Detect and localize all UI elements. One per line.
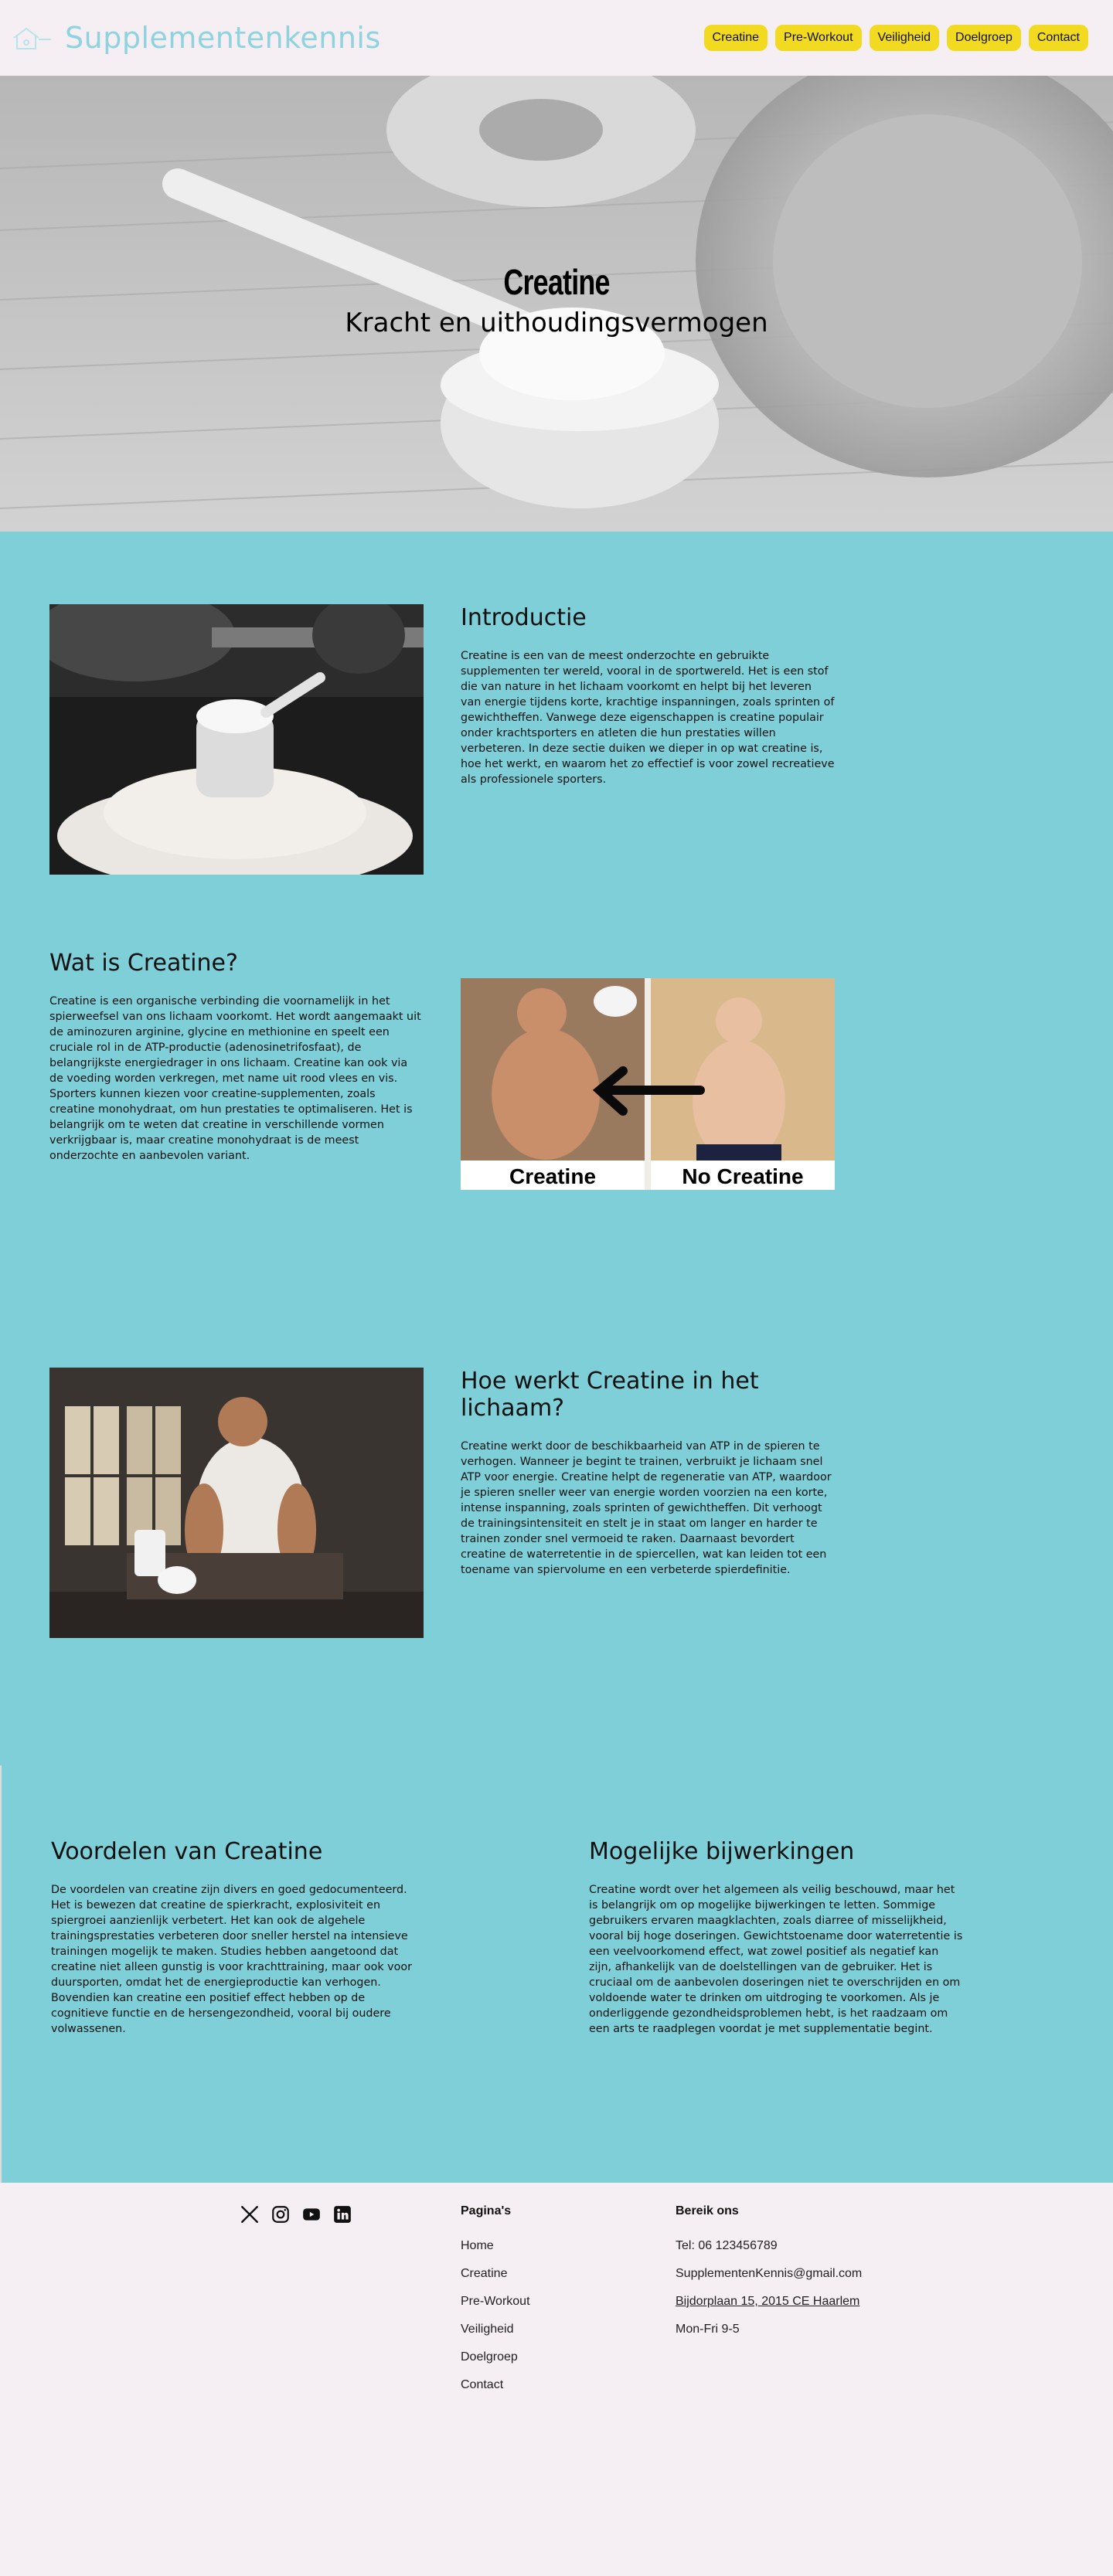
nav-link-pre-workout[interactable]: Pre-Workout: [775, 25, 862, 51]
section-introductie: Introductie Creatine is een van de meest…: [0, 532, 1113, 950]
what-text-block: Wat is Creatine? Creatine is een organis…: [49, 950, 424, 1368]
footer-address-link[interactable]: Bijdorplaan 15, 2015 CE Haarlem: [676, 2295, 862, 2309]
section-paragraph: Creatine wordt over het algemeen als vei…: [589, 1884, 963, 2035]
section-voordelen-bijwerkingen: Voordelen van Creatine De voordelen van …: [0, 1765, 1113, 2183]
section-paragraph: De voordelen van creatine zijn divers en…: [51, 1884, 412, 2035]
nav-link-contact[interactable]: Contact: [1028, 25, 1088, 51]
section-paragraph: Creatine is een van de meest onderzochte…: [461, 650, 835, 786]
footer-contact: Bereik ons Tel: 06 123456789 Supplemente…: [676, 2204, 862, 2546]
section-paragraph: Creatine werkt door de beschikbaarheid v…: [461, 1440, 832, 1576]
image-label-creatine: Creatine: [509, 1164, 596, 1188]
footer-link-creatine[interactable]: Creatine: [461, 2267, 676, 2281]
section-heading: Voordelen van Creatine: [51, 1838, 323, 1865]
how-text-block: Hoe werkt Creatine in het lichaam? Creat…: [461, 1368, 835, 1765]
main-content: Introductie Creatine is een van de meest…: [0, 532, 1113, 2183]
footer: Pagina's Home Creatine Pre-Workout Veili…: [0, 2183, 1113, 2546]
nav-link-doelgroep[interactable]: Doelgroep: [947, 25, 1021, 51]
brand-name: Supplementenkennis: [65, 21, 381, 55]
brand[interactable]: Supplementenkennis: [11, 21, 381, 55]
house-icon: [13, 27, 51, 49]
footer-phone: Tel: 06 123456789: [676, 2239, 778, 2252]
hero: Creatine Kracht en uithoudingsvermogen: [0, 76, 1113, 532]
top-navigation: Supplementenkennis Creatine Pre-Workout …: [0, 0, 1113, 76]
footer-link-home[interactable]: Home: [461, 2239, 676, 2253]
intro-text-block: Introductie Creatine is een van de meest…: [461, 604, 835, 950]
nav-links: Creatine Pre-Workout Veiligheid Doelgroe…: [703, 25, 1088, 51]
section-paragraph: Creatine is een organische verbinding di…: [49, 995, 421, 1162]
instagram-icon[interactable]: [271, 2204, 291, 2224]
section-heading: Wat is Creatine?: [49, 950, 238, 977]
hero-text: Creatine Kracht en uithoudingsvermogen: [0, 261, 1113, 338]
footer-email[interactable]: SupplementenKennis@gmail.com: [676, 2267, 862, 2281]
image-label-no-creatine: No Creatine: [682, 1164, 803, 1188]
nav-link-veiligheid[interactable]: Veiligheid: [869, 25, 940, 51]
footer-link-contact[interactable]: Contact: [461, 2378, 676, 2392]
section-heading: Mogelijke bijwerkingen: [589, 1838, 855, 1865]
linkedin-icon[interactable]: [332, 2204, 352, 2224]
hero-title: Creatine: [503, 262, 610, 302]
gym-man-image: [49, 1368, 424, 1638]
section-heading: Hoe werkt Creatine in het lichaam?: [461, 1368, 759, 1422]
footer-hours: Mon-Fri 9-5: [676, 2323, 740, 2336]
section-hoe-werkt-creatine: Hoe werkt Creatine in het lichaam? Creat…: [0, 1368, 1113, 1765]
section-wat-is-creatine: Wat is Creatine? Creatine is een organis…: [0, 950, 1113, 1368]
side-effects-block: Mogelijke bijwerkingen Creatine wordt ov…: [589, 1838, 963, 2183]
footer-contact-title: Bereik ons: [676, 2204, 739, 2217]
youtube-icon[interactable]: [301, 2204, 322, 2224]
section-heading: Introductie: [461, 604, 587, 631]
footer-pages-title: Pagina's: [461, 2204, 512, 2217]
social-links: [240, 2204, 352, 2228]
creatine-comparison-image: Creatine No Creatine: [461, 978, 835, 1190]
creatine-scoop-image: [49, 604, 424, 875]
footer-pages: Pagina's Home Creatine Pre-Workout Veili…: [461, 2204, 676, 2546]
benefits-block: Voordelen van Creatine De voordelen van …: [51, 1838, 425, 2183]
hero-subtitle: Kracht en uithoudingsvermogen: [345, 308, 768, 338]
footer-link-doelgroep[interactable]: Doelgroep: [461, 2350, 676, 2364]
nav-link-creatine[interactable]: Creatine: [703, 25, 768, 51]
x-icon[interactable]: [240, 2204, 260, 2224]
footer-link-veiligheid[interactable]: Veiligheid: [461, 2323, 676, 2336]
footer-link-pre-workout[interactable]: Pre-Workout: [461, 2295, 676, 2309]
